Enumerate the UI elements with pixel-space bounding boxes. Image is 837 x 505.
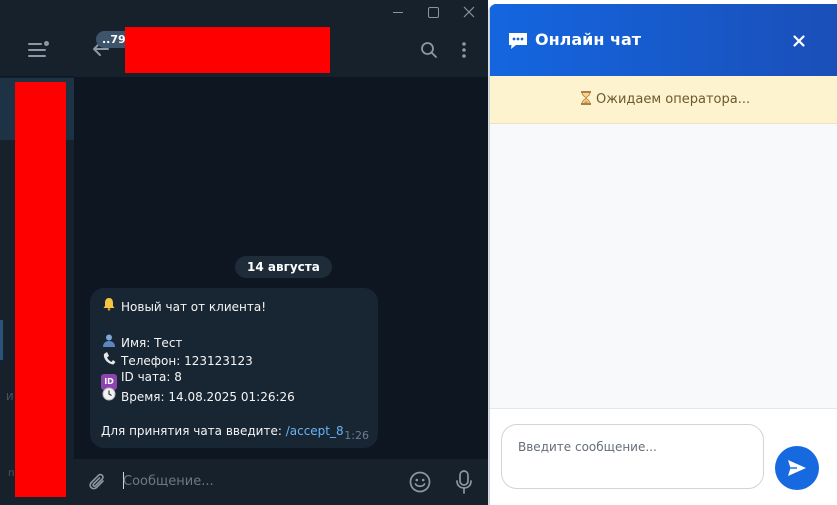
widget-left-border — [489, 4, 490, 505]
date-separator: 14 августа — [235, 256, 332, 278]
message-time-line: Время: 14.08.2025 01:26:26 — [101, 387, 295, 405]
message-title: Новый чат от клиента! — [121, 300, 267, 314]
instruction-text: Для принятия чата введите: — [101, 424, 282, 438]
clock-icon — [101, 387, 117, 405]
message-compose-bar — [74, 458, 488, 505]
status-text: Ожидаем оператора... — [596, 92, 751, 107]
hourglass-icon — [580, 91, 592, 105]
send-icon — [787, 459, 807, 477]
message-name-line: Имя: Тест — [101, 333, 182, 351]
microphone-icon[interactable] — [454, 469, 474, 495]
widget-footer — [489, 408, 837, 505]
menu-hamburger-icon[interactable] — [28, 41, 49, 57]
message-instruction-line: Для принятия чата введите: /accept_8 — [101, 423, 344, 439]
message-bubble[interactable]: Новый чат от клиента! Имя: Тест Телефон:… — [90, 288, 378, 448]
messages-area: 14 августа Новый чат от клиента! Имя: Те… — [74, 77, 488, 458]
telegram-window: И п ..79 14 августа Новый чат от клиента… — [0, 0, 488, 505]
bell-icon — [101, 297, 117, 315]
sidebar-hidden-label: И — [6, 392, 14, 403]
sidebar-divider — [0, 76, 74, 77]
telegram-message-input[interactable] — [123, 470, 323, 492]
emoji-icon[interactable] — [408, 470, 432, 494]
client-name: Имя: Тест — [121, 336, 183, 350]
widget-message-input[interactable] — [501, 424, 764, 489]
widget-header: Онлайн чат — [489, 4, 837, 76]
minimize-icon[interactable] — [389, 4, 407, 20]
message-phone-line: Телефон: 123123123 — [101, 351, 253, 369]
widget-messages-area — [489, 124, 837, 408]
operator-status: Ожидаем оператора... — [580, 91, 750, 107]
send-button[interactable] — [775, 446, 819, 490]
accept-command-link[interactable]: /accept_8 — [286, 424, 344, 438]
close-icon[interactable] — [790, 32, 808, 50]
online-chat-widget: Онлайн чат Ожидаем оператора... — [488, 4, 837, 505]
paperclip-icon[interactable] — [87, 472, 109, 494]
client-phone: Телефон: 123123123 — [121, 354, 253, 368]
screen: И п ..79 14 августа Новый чат от клиента… — [0, 0, 837, 505]
sidebar-folder-indicator — [0, 320, 3, 360]
phone-icon — [101, 351, 117, 369]
sidebar-hidden-label-2: п — [8, 468, 15, 479]
message-timestamp: 1:26 — [344, 429, 369, 442]
chat-time: Время: 14.08.2025 01:26:26 — [121, 390, 295, 404]
chat-id: ID чата: 8 — [121, 370, 182, 384]
window-titlebar — [0, 0, 488, 24]
maximize-icon[interactable] — [424, 4, 442, 20]
widget-title: Онлайн чат — [535, 30, 642, 49]
close-window-icon[interactable] — [460, 4, 478, 20]
speech-bubble-icon — [507, 31, 529, 51]
more-vertical-icon[interactable] — [459, 41, 469, 59]
redacted-chat-title — [125, 27, 330, 73]
chat-header: ..79 — [74, 24, 488, 77]
search-icon[interactable] — [420, 41, 438, 59]
user-icon — [101, 333, 117, 351]
message-title-line: Новый чат от клиента! — [101, 297, 266, 315]
operator-status-bar: Ожидаем оператора... — [489, 76, 837, 124]
redacted-chat-list — [15, 82, 66, 497]
